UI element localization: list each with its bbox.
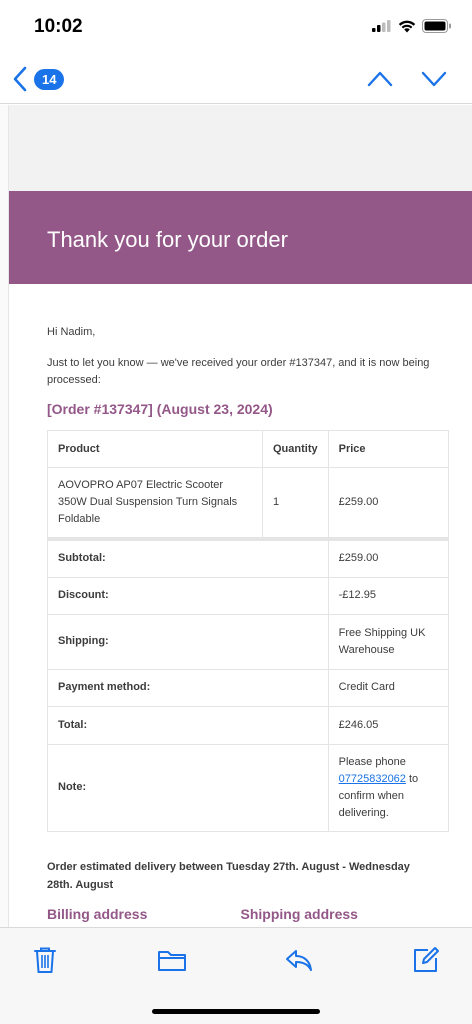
total-value: £246.05 xyxy=(327,705,450,745)
battery-icon xyxy=(422,19,451,33)
greeting: Hi Nadim, xyxy=(47,326,96,338)
table-header-row: Product Quantity Price xyxy=(47,430,450,468)
quantity-header: Quantity xyxy=(262,430,329,468)
payment-method-row: Payment method: Credit Card xyxy=(47,668,450,707)
chevron-left-icon xyxy=(13,66,27,92)
reply-button[interactable] xyxy=(284,948,314,977)
delivery-estimate: Order estimated delivery between Tuesday… xyxy=(47,860,410,891)
status-icons xyxy=(372,19,452,33)
subtotal-value: £259.00 xyxy=(327,537,450,578)
message-content[interactable]: Thank you for your order Hi Nadim, Just … xyxy=(0,105,472,927)
discount-label: Discount: xyxy=(47,576,329,615)
status-time: 10:02 xyxy=(34,16,83,37)
trash-button[interactable] xyxy=(32,946,58,979)
unread-count-badge: 14 xyxy=(34,68,65,90)
message-nav xyxy=(366,66,448,92)
compose-button[interactable] xyxy=(412,946,440,979)
status-bar: 10:02 xyxy=(0,0,472,56)
note-label: Note: xyxy=(47,743,329,832)
compose-icon xyxy=(414,947,439,972)
chevron-up-icon[interactable] xyxy=(366,66,394,92)
email-header: Thank you for your order xyxy=(9,191,472,284)
phone-link[interactable]: 07725832062 xyxy=(339,773,406,785)
note-text-before: Please phone xyxy=(338,755,406,768)
order-table: Product Quantity Price AOVOPRO AP07 Elec… xyxy=(47,430,450,832)
table-row: AOVOPRO AP07 Electric Scooter 350W Dual … xyxy=(47,467,450,540)
payment-method-value: Credit Card xyxy=(327,668,450,707)
content-margin xyxy=(0,105,9,927)
shipping-value: Free Shipping UK Warehouse xyxy=(327,613,450,670)
nav-bar: 14 xyxy=(0,56,472,104)
discount-row: Discount: -£12.95 xyxy=(47,576,450,615)
subtotal-row: Subtotal: £259.00 xyxy=(47,537,450,578)
total-label: Total: xyxy=(47,705,329,745)
email-container: Thank you for your order Hi Nadim, Just … xyxy=(9,191,472,927)
shipping-label: Shipping: xyxy=(47,613,329,670)
item-quantity: 1 xyxy=(262,467,329,540)
intro-text: Just to let you know — we've received yo… xyxy=(47,357,430,386)
chevron-down-icon[interactable] xyxy=(420,66,448,92)
back-button[interactable]: 14 xyxy=(12,66,65,92)
product-header: Product xyxy=(47,430,263,468)
wifi-icon xyxy=(398,20,416,32)
note-row: Note: Please phone 07725832062 to confir… xyxy=(47,743,450,832)
trash-icon xyxy=(34,947,56,973)
shipping-row: Shipping: Free Shipping UK Warehouse xyxy=(47,613,450,670)
email-header-title: Thank you for your order xyxy=(47,227,288,252)
payment-method-label: Payment method: xyxy=(47,668,329,707)
subtotal-label: Subtotal: xyxy=(47,537,329,578)
note-value: Please phone 07725832062 to confirm when… xyxy=(327,743,450,832)
discount-value: -£12.95 xyxy=(327,576,450,615)
address-titles: Billing address Shipping address xyxy=(47,906,434,923)
item-product: AOVOPRO AP07 Electric Scooter 350W Dual … xyxy=(47,467,263,540)
home-indicator[interactable] xyxy=(152,1009,320,1014)
price-header: Price xyxy=(327,430,450,468)
shipping-address-title: Shipping address xyxy=(240,905,358,922)
reply-icon xyxy=(286,950,312,971)
folder-icon xyxy=(158,951,186,971)
email-body: Hi Nadim, Just to let you know — we've r… xyxy=(9,284,472,923)
order-heading: [Order #137347] (August 23, 2024) xyxy=(47,401,273,417)
item-price: £259.00 xyxy=(327,467,450,540)
total-row: Total: £246.05 xyxy=(47,705,450,745)
folder-button[interactable] xyxy=(157,948,187,977)
cellular-signal-icon xyxy=(372,20,391,32)
billing-address-title: Billing address xyxy=(47,905,148,922)
